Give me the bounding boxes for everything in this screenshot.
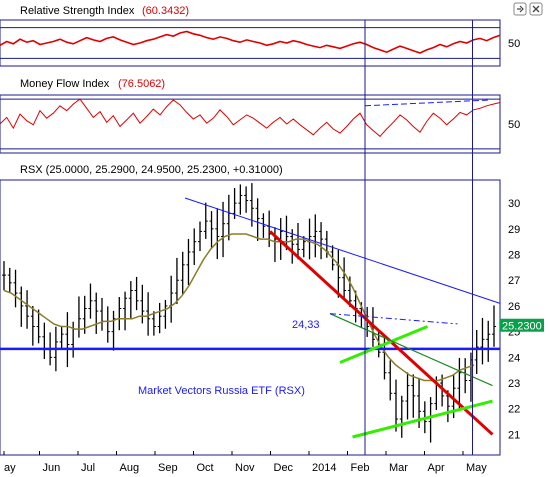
support-label: 24,33	[292, 319, 320, 331]
x-tick-label: ay	[4, 462, 16, 474]
y-tick-label: 28	[508, 250, 520, 262]
price-panel: RSX (25.0000, 25.2900, 24.9500, 25.2300,…	[0, 164, 544, 474]
x-tick-label: Jun	[43, 462, 61, 474]
x-tick-label: Aug	[120, 462, 140, 474]
minimize-icon[interactable]	[513, 2, 527, 16]
stock-chart: Relative Strength Index (60.3432) 50 Mon…	[0, 0, 550, 474]
x-tick-label: Oct	[197, 462, 214, 474]
y-tick-label: 30	[508, 198, 520, 210]
x-tick-label: Dec	[274, 462, 294, 474]
y-tick-label: 22	[508, 404, 520, 416]
mfi-panel: Money Flow Index (76.5062) 50	[0, 78, 520, 154]
close-icon[interactable]	[529, 2, 543, 16]
x-tick-label: Mar	[389, 462, 408, 474]
rsi-reading: (60.3432)	[142, 5, 189, 17]
mfi-title: Money Flow Index	[20, 78, 110, 90]
x-tick-label: May	[466, 462, 487, 474]
x-tick-label: Jul	[81, 462, 95, 474]
y-tick-label: 21	[508, 429, 520, 441]
y-tick-label: 26	[508, 301, 520, 313]
last-price-value: 25.2300	[502, 321, 542, 333]
price-title: RSX (25.0000, 25.2900, 24.9500, 25.2300,…	[20, 164, 283, 176]
instrument-caption: Market Vectors Russia ETF (RSX)	[138, 385, 305, 397]
mfi-reading: (76.5062)	[118, 78, 165, 90]
x-tick-label: 2014	[312, 462, 336, 474]
rsi-panel: Relative Strength Index (60.3432) 50	[0, 0, 550, 67]
x-tick-label: Apr	[428, 462, 445, 474]
mfi-y-axis: 50	[508, 119, 520, 131]
rsi-y-axis: 50	[508, 38, 520, 50]
y-tick-label: 50	[508, 38, 520, 50]
last-price-tag: 25.2300	[500, 318, 544, 333]
x-tick-label: Sep	[158, 462, 178, 474]
y-tick-label: 50	[508, 119, 520, 131]
y-tick-label: 29	[508, 224, 520, 236]
y-tick-label: 27	[508, 275, 520, 287]
y-tick-label: 24	[508, 352, 520, 364]
x-tick-label: Feb	[351, 462, 370, 474]
x-tick-label: Nov	[235, 462, 255, 474]
rsi-title: Relative Strength Index	[20, 5, 135, 17]
y-tick-label: 23	[508, 378, 520, 390]
